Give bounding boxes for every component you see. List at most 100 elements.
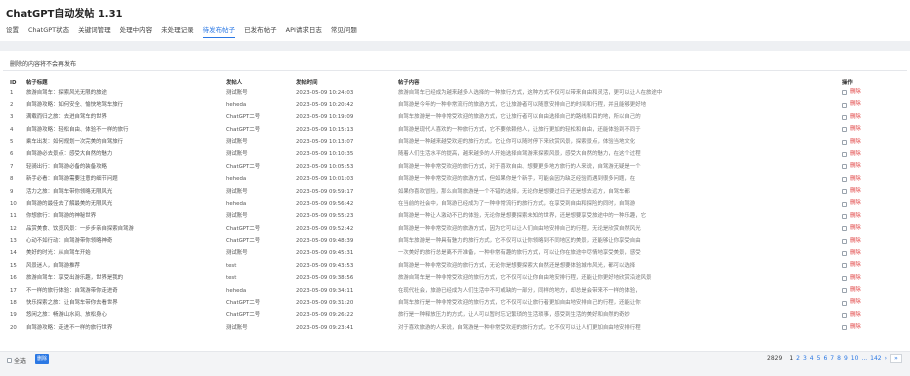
row-delete-link[interactable]: 删除 bbox=[850, 225, 861, 231]
cell-id: 9 bbox=[10, 188, 14, 195]
cell-id: 18 bbox=[10, 299, 17, 306]
tab-bar: 设置 ChatGPT状态 关键词管理 处理中内容 未处理记录 待发布帖子 已发布帖子 API请… bbox=[6, 26, 366, 38]
row-checkbox[interactable] bbox=[842, 288, 847, 294]
row-checkbox[interactable] bbox=[842, 300, 847, 306]
row-checkbox[interactable] bbox=[842, 263, 847, 269]
cell-content: 自驾车旅游是一种具有魅力的旅行方式，它不仅可以让你领略到不同地区的美景，还能够让… bbox=[398, 238, 641, 245]
row-checkbox[interactable] bbox=[842, 164, 847, 170]
last-page-button[interactable]: » bbox=[890, 354, 902, 363]
cell-title: 美好的时光：从自驾车开始 bbox=[26, 250, 91, 257]
cell-title: 新手必看：自驾游需要注意的细节问题 bbox=[26, 176, 118, 183]
page-link-5[interactable]: 5 bbox=[817, 355, 821, 362]
cell-ops: 删除 bbox=[842, 297, 906, 309]
page-link-142[interactable]: 142 bbox=[870, 355, 881, 362]
cell-id: 11 bbox=[10, 213, 17, 220]
row-checkbox[interactable] bbox=[842, 251, 847, 256]
cell-time: 2023-05-09 09:38:56 bbox=[296, 275, 354, 282]
row-checkbox[interactable] bbox=[842, 152, 847, 157]
page-link-7[interactable]: 7 bbox=[830, 355, 834, 362]
cell-author: 测试账号 bbox=[226, 324, 248, 331]
delete-button[interactable]: 删除 bbox=[35, 354, 49, 364]
cell-time: 2023-05-09 09:45:31 bbox=[296, 250, 354, 257]
tab-3[interactable]: 处理中内容 bbox=[120, 26, 153, 35]
row-delete-link[interactable]: 删除 bbox=[850, 312, 861, 318]
row-checkbox[interactable] bbox=[842, 90, 847, 96]
row-delete-link[interactable]: 删除 bbox=[850, 176, 861, 182]
cell-title: 旅游自驾车：享受出游乐趣，世界是我的 bbox=[26, 275, 124, 282]
row-delete-link[interactable]: 删除 bbox=[850, 213, 861, 219]
cell-id: 20 bbox=[10, 324, 17, 331]
cell-content: 自驾游是一种非常受欢迎的旅游方式，但如果你是个新手，可能会因为缺乏经验而遇到很多… bbox=[398, 176, 636, 183]
cell-time: 2023-05-09 09:43:53 bbox=[296, 262, 354, 269]
cell-author: heheda bbox=[226, 287, 247, 294]
tab-8[interactable]: 常见问题 bbox=[331, 26, 357, 35]
tab-0[interactable]: 设置 bbox=[6, 26, 19, 35]
row-checkbox[interactable] bbox=[842, 189, 847, 195]
table-header-row: ID 帖子标题 发帖人 发帖时间 帖子内容 操作 bbox=[10, 79, 906, 87]
row-delete-link[interactable]: 删除 bbox=[850, 139, 861, 145]
row-checkbox[interactable] bbox=[842, 114, 847, 120]
cell-content: 在当前的社会中，自驾游已经成为了一种非常流行的旅行方式，在享受到自由和探险的同时… bbox=[398, 200, 636, 207]
page-link-9[interactable]: 9 bbox=[844, 355, 848, 362]
tab-6[interactable]: 已发布帖子 bbox=[244, 26, 277, 35]
row-delete-link[interactable]: 删除 bbox=[850, 188, 861, 194]
select-all[interactable]: 全选 bbox=[7, 356, 26, 365]
row-delete-link[interactable]: 删除 bbox=[850, 250, 861, 256]
cell-id: 1 bbox=[10, 89, 14, 96]
row-delete-link[interactable]: 删除 bbox=[850, 299, 861, 305]
row-delete-link[interactable]: 删除 bbox=[850, 89, 861, 95]
posts-table: ID 帖子标题 发帖人 发帖时间 帖子内容 操作 1 旅游自驾车：探索风光无限的旅… bbox=[10, 79, 906, 335]
header-title: 帖子标题 bbox=[26, 80, 48, 86]
cell-title: 你想旅行：自驾游的神秘世界 bbox=[26, 213, 97, 220]
row-checkbox[interactable] bbox=[842, 201, 847, 207]
tab-4[interactable]: 未处理记录 bbox=[161, 26, 194, 35]
header-content: 帖子内容 bbox=[398, 80, 420, 86]
row-delete-link[interactable]: 删除 bbox=[850, 238, 861, 244]
row-checkbox[interactable] bbox=[842, 325, 847, 331]
cell-title: 轻骑出行：自驾游必备的装备攻略 bbox=[26, 163, 107, 170]
row-delete-link[interactable]: 删除 bbox=[850, 126, 861, 132]
page-link-3[interactable]: 3 bbox=[803, 355, 807, 362]
cell-ops: 删除 bbox=[842, 322, 906, 334]
page-link-2[interactable]: 2 bbox=[796, 355, 800, 362]
next-page-link[interactable]: › bbox=[885, 355, 887, 362]
cell-author: test bbox=[226, 262, 237, 269]
row-checkbox[interactable] bbox=[842, 176, 847, 182]
row-delete-link[interactable]: 删除 bbox=[850, 151, 861, 157]
row-delete-link[interactable]: 删除 bbox=[850, 324, 861, 330]
cell-id: 13 bbox=[10, 238, 17, 245]
cell-ops: 删除 bbox=[842, 87, 906, 99]
cell-title: 快乐探索之旅：让自驾车带你去看世界 bbox=[26, 299, 118, 306]
row-checkbox[interactable] bbox=[842, 139, 847, 145]
cell-time: 2023-05-09 10:05:53 bbox=[296, 163, 354, 170]
row-delete-link[interactable]: 删除 bbox=[850, 200, 861, 206]
page-link-1[interactable]: 1 bbox=[789, 355, 793, 362]
cell-id: 2 bbox=[10, 101, 14, 108]
row-checkbox[interactable] bbox=[842, 213, 847, 219]
table-row: 3 满载而归之旅：去进自驾车的世界 ChatGPT二号 2023-05-09 10:1… bbox=[10, 112, 906, 124]
cell-time: 2023-05-09 09:31:20 bbox=[296, 299, 354, 306]
row-checkbox[interactable] bbox=[842, 127, 847, 133]
row-checkbox[interactable] bbox=[842, 102, 847, 108]
row-delete-link[interactable]: 删除 bbox=[850, 275, 861, 281]
row-delete-link[interactable]: 删除 bbox=[850, 101, 861, 107]
row-checkbox[interactable] bbox=[842, 275, 847, 281]
row-checkbox[interactable] bbox=[842, 226, 847, 232]
tab-1[interactable]: ChatGPT状态 bbox=[28, 26, 69, 35]
page-link-10[interactable]: 10 bbox=[851, 355, 859, 362]
row-delete-link[interactable]: 删除 bbox=[850, 163, 861, 169]
row-delete-link[interactable]: 删除 bbox=[850, 287, 861, 293]
row-checkbox[interactable] bbox=[842, 312, 847, 318]
tab-5[interactable]: 待发布帖子 bbox=[202, 26, 236, 38]
page-link-4[interactable]: 4 bbox=[810, 355, 814, 362]
tab-7[interactable]: API请求日志 bbox=[286, 26, 322, 35]
cell-time: 2023-05-09 10:15:13 bbox=[296, 126, 354, 133]
row-checkbox[interactable] bbox=[842, 238, 847, 244]
page-link-6[interactable]: 6 bbox=[823, 355, 827, 362]
cell-id: 5 bbox=[10, 139, 14, 146]
tab-2[interactable]: 关键词管理 bbox=[78, 26, 111, 35]
page-link-8[interactable]: 8 bbox=[837, 355, 841, 362]
row-delete-link[interactable]: 删除 bbox=[850, 114, 861, 120]
select-all-checkbox[interactable] bbox=[7, 358, 12, 363]
row-delete-link[interactable]: 删除 bbox=[850, 262, 861, 268]
